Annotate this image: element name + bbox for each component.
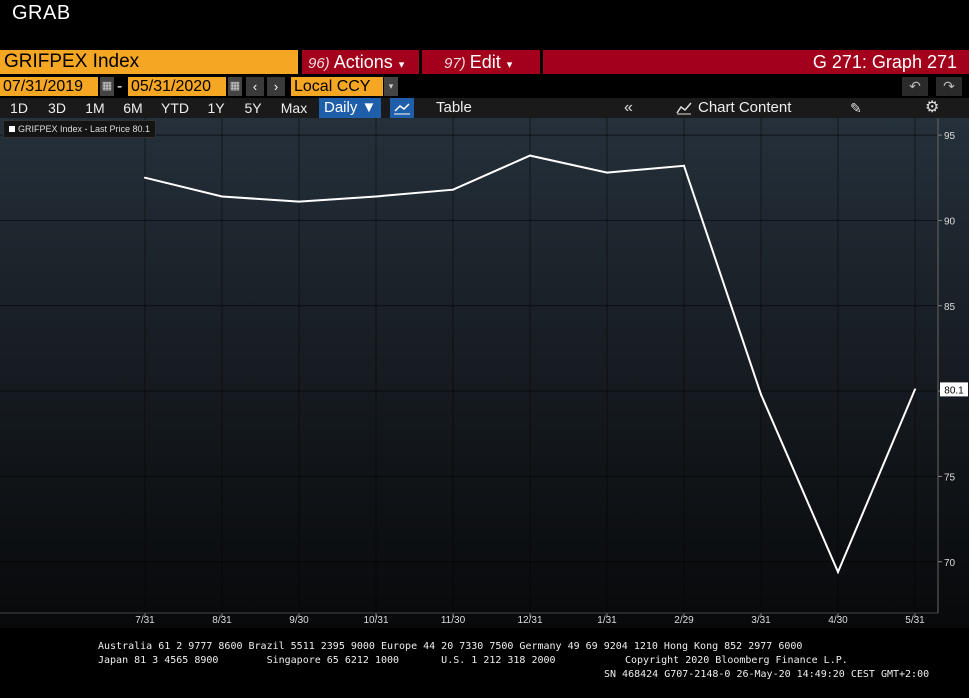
data-point bbox=[606, 171, 608, 174]
data-point bbox=[452, 188, 454, 191]
data-point bbox=[144, 176, 146, 179]
period-ytd[interactable]: YTD bbox=[156, 98, 194, 118]
actions-label: Actions bbox=[333, 52, 393, 72]
period-1m[interactable]: 1M bbox=[78, 98, 112, 118]
window-title: GRAB bbox=[12, 2, 71, 24]
line-chart: 9590858075707/318/319/3010/3111/3012/311… bbox=[0, 118, 968, 626]
chevron-down-icon: ▾ bbox=[506, 59, 513, 71]
chevron-down-icon: ▾ bbox=[398, 59, 405, 71]
calendar-icon[interactable]: ▦ bbox=[228, 77, 242, 96]
footer-contacts-1: Australia 61 2 9777 8600 Brazil 5511 239… bbox=[98, 641, 803, 652]
period-5y[interactable]: 5Y bbox=[238, 98, 268, 118]
chevron-down-icon[interactable]: ▾ bbox=[384, 77, 398, 96]
data-point bbox=[298, 200, 300, 203]
caret-down-icon: ▼ bbox=[361, 99, 377, 116]
ticker-field[interactable]: GRIFPEX Index bbox=[0, 50, 298, 74]
last-price-label: 80.1 bbox=[944, 385, 964, 396]
annotate-icon[interactable]: ✎ bbox=[850, 98, 862, 118]
data-point bbox=[837, 571, 839, 574]
actions-shortcut: 96) bbox=[308, 55, 330, 72]
graph-title: G 271: Graph 271 bbox=[543, 50, 969, 74]
legend-label: GRIFPEX Index - Last Price 80.1 bbox=[18, 124, 151, 134]
x-tick-label: 10/31 bbox=[363, 615, 388, 626]
x-tick-label: 8/31 bbox=[212, 615, 232, 626]
gear-icon[interactable]: ⚙ bbox=[925, 98, 939, 118]
period-1d[interactable]: 1D bbox=[4, 98, 34, 118]
start-date-input[interactable]: 07/31/2019 bbox=[0, 77, 98, 96]
x-tick-label: 12/31 bbox=[517, 615, 542, 626]
end-date-input[interactable]: 05/31/2020 bbox=[128, 77, 226, 96]
period-bar: 1D 3D 1M 6M YTD 1Y 5Y Max Daily ▼ Table … bbox=[0, 98, 969, 118]
x-tick-label: 9/30 bbox=[289, 615, 309, 626]
edit-shortcut: 97) bbox=[444, 55, 466, 72]
data-point bbox=[375, 195, 377, 198]
x-tick-label: 5/31 bbox=[905, 615, 925, 626]
prev-period-button[interactable]: ‹ bbox=[246, 77, 264, 96]
data-point bbox=[529, 154, 531, 157]
period-3d[interactable]: 3D bbox=[40, 98, 74, 118]
frequency-select[interactable]: Daily ▼ bbox=[319, 98, 381, 118]
edit-label: Edit bbox=[469, 52, 501, 72]
double-chevron-left-icon[interactable]: « bbox=[624, 98, 633, 118]
legend: GRIFPEX Index - Last Price 80.1 bbox=[3, 120, 157, 138]
table-view-button[interactable]: Table bbox=[436, 98, 472, 118]
y-tick-label: 70 bbox=[944, 558, 956, 569]
redo-icon[interactable]: ↷ bbox=[936, 77, 962, 96]
footer-copyright: Copyright 2020 Bloomberg Finance L.P. bbox=[625, 655, 848, 666]
x-tick-label: 3/31 bbox=[751, 615, 771, 626]
data-point bbox=[221, 195, 223, 198]
period-6m[interactable]: 6M bbox=[116, 98, 150, 118]
data-point bbox=[760, 393, 762, 396]
command-bar: GRIFPEX Index 96) Actions ▾ 97) Edit ▾ G 271… bbox=[0, 50, 969, 74]
x-tick-label: 2/29 bbox=[674, 615, 694, 626]
currency-select[interactable]: Local CCY bbox=[291, 77, 383, 96]
legend-swatch bbox=[9, 126, 15, 132]
x-tick-label: 4/30 bbox=[828, 615, 848, 626]
actions-menu-button[interactable]: 96) Actions ▾ bbox=[302, 50, 419, 74]
y-tick-label: 85 bbox=[944, 302, 956, 313]
footer-contacts-2: Japan 81 3 4565 8900 Singapore 65 6212 1… bbox=[98, 655, 556, 666]
period-1y[interactable]: 1Y bbox=[200, 98, 232, 118]
y-tick-label: 90 bbox=[944, 216, 956, 227]
data-point bbox=[683, 164, 685, 167]
date-separator: - bbox=[117, 78, 123, 95]
y-tick-label: 75 bbox=[944, 472, 956, 483]
edit-menu-button[interactable]: 97) Edit ▾ bbox=[422, 50, 540, 74]
period-max[interactable]: Max bbox=[274, 98, 314, 118]
y-tick-label: 95 bbox=[944, 131, 956, 142]
chart-content-icon[interactable] bbox=[676, 101, 692, 115]
date-range-bar: 07/31/2019 ▦ - 05/31/2020 ▦ ‹ › Local CC… bbox=[0, 77, 969, 97]
data-point bbox=[914, 388, 916, 391]
undo-icon[interactable]: ↶ bbox=[902, 77, 928, 96]
x-tick-label: 11/30 bbox=[441, 615, 466, 626]
calendar-icon[interactable]: ▦ bbox=[100, 77, 114, 96]
x-tick-label: 7/31 bbox=[135, 615, 155, 626]
line-chart-icon[interactable] bbox=[390, 98, 414, 118]
x-tick-label: 1/31 bbox=[597, 615, 617, 626]
next-period-button[interactable]: › bbox=[267, 77, 285, 96]
frequency-label: Daily bbox=[324, 99, 358, 116]
chart-content-button[interactable]: Chart Content bbox=[698, 98, 791, 118]
footer-session: SN 468424 G707-2148-0 26-May-20 14:49:20… bbox=[604, 669, 930, 680]
footer: Australia 61 2 9777 8600 Brazil 5511 239… bbox=[0, 638, 969, 698]
chart-area[interactable]: 9590858075707/318/319/3010/3111/3012/311… bbox=[0, 118, 969, 628]
